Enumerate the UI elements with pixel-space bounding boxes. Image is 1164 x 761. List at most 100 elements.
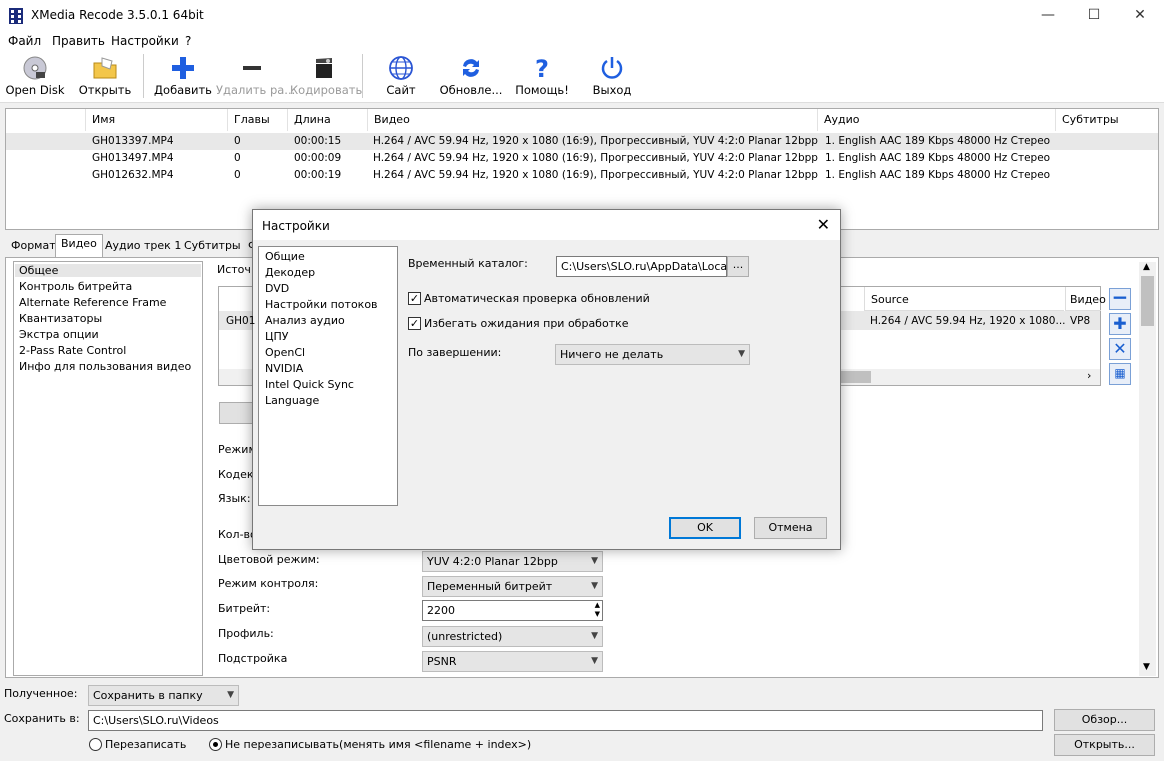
table-row[interactable]: GH013497.MP4 0 00:00:09 H.264 / AVC 59.9…: [6, 150, 1158, 167]
tab-subtitles[interactable]: Субтитры: [178, 236, 247, 256]
category-opencl[interactable]: OpenCl: [265, 346, 305, 359]
disc-icon: [23, 56, 47, 80]
stream-file: GH01: [226, 315, 256, 327]
column-header-chapters[interactable]: Главы: [228, 109, 288, 131]
table-row[interactable]: GH012632.MP4 0 00:00:19 H.264 / AVC 59.9…: [6, 167, 1158, 184]
temp-dir-label: Временный каталог:: [408, 257, 528, 270]
menu-bar: Файл Править Настройки ?: [0, 31, 1164, 51]
menu-settings[interactable]: Настройки: [111, 34, 179, 48]
category-dvd[interactable]: DVD: [265, 282, 289, 295]
category-cpu[interactable]: ЦПУ: [265, 330, 289, 343]
category-decoder[interactable]: Декодер: [265, 266, 315, 279]
ok-button[interactable]: OK: [669, 517, 741, 539]
spinner-icon[interactable]: ▲ ▼: [595, 601, 600, 619]
folder-icon: [93, 57, 117, 79]
file-video: H.264 / AVC 59.94 Hz, 1920 x 1080 (16:9)…: [373, 152, 818, 164]
menu-help[interactable]: ?: [185, 34, 191, 48]
tab-video[interactable]: Видео: [55, 234, 103, 257]
file-audio: 1. English AAC 189 Kbps 48000 Hz Стерео: [825, 152, 1051, 164]
nav-item-extra-options[interactable]: Экстра опции: [19, 328, 99, 341]
file-name: GH013397.MP4: [92, 135, 174, 147]
tab-audio-track-1[interactable]: Аудио трек 1: [99, 236, 187, 256]
column-header-subtitles[interactable]: Субтитры: [1056, 109, 1158, 131]
category-stream-settings[interactable]: Настройки потоков: [265, 298, 378, 311]
bitrate-input[interactable]: 2200 ▲ ▼: [422, 600, 603, 621]
exit-button[interactable]: Выход: [586, 51, 638, 103]
minimize-button[interactable]: —: [1025, 0, 1071, 31]
stream-grid-icon[interactable]: ▦: [1109, 363, 1131, 385]
website-button[interactable]: Сайт: [375, 51, 427, 103]
no-overwrite-radio[interactable]: [209, 738, 222, 751]
delete-stream-button[interactable]: ✕: [1109, 338, 1131, 360]
file-length: 00:00:09: [294, 152, 342, 164]
open-disk-button[interactable]: Open Disk: [4, 51, 66, 103]
nav-item-2pass[interactable]: 2-Pass Rate Control: [19, 344, 126, 357]
scrollbar-thumb[interactable]: [1141, 276, 1154, 326]
on-finish-select[interactable]: Ничего не делать ▼: [555, 344, 750, 365]
nav-item-video-info[interactable]: Инфо для пользования видео: [19, 360, 191, 373]
color-mode-select[interactable]: YUV 4:2:0 Planar 12bpp ▼: [422, 551, 603, 572]
scroll-up-icon[interactable]: ▲: [1143, 262, 1150, 272]
scrollbar-thumb[interactable]: [839, 371, 871, 383]
column-header-video[interactable]: Видео: [1065, 287, 1106, 311]
chevron-down-icon: ▼: [227, 690, 234, 700]
column-header-source[interactable]: Source: [864, 287, 1064, 311]
avoid-wait-checkbox[interactable]: ✓: [408, 317, 421, 330]
svg-text:?: ?: [535, 55, 549, 81]
open-button[interactable]: Открыть: [76, 51, 134, 103]
column-header-audio[interactable]: Аудио: [818, 109, 1056, 131]
temp-dir-browse-button[interactable]: ...: [727, 256, 749, 277]
control-mode-select[interactable]: Переменный битрейт ▼: [422, 576, 603, 597]
bitrate-label: Битрейт:: [218, 602, 271, 615]
category-nvidia[interactable]: NVIDIA: [265, 362, 303, 375]
nav-item-alt-ref-frame[interactable]: Alternate Reference Frame: [19, 296, 166, 309]
dialog-close-icon[interactable]: ✕: [817, 215, 830, 234]
file-length: 00:00:19: [294, 169, 342, 181]
auto-update-label: Автоматическая проверка обновлений: [424, 292, 650, 305]
update-button[interactable]: Обновле...: [438, 51, 504, 103]
vertical-scrollbar[interactable]: ▲ ▼: [1139, 262, 1156, 676]
chevron-down-icon: ▼: [738, 349, 745, 359]
browse-button[interactable]: Обзор...: [1054, 709, 1155, 731]
cancel-button[interactable]: Отмена: [754, 517, 827, 539]
close-window-button[interactable]: ✕: [1117, 0, 1163, 31]
nav-item-bitrate-control[interactable]: Контроль битрейта: [19, 280, 132, 293]
overwrite-radio[interactable]: [89, 738, 102, 751]
output-mode-select[interactable]: Сохранить в папку ▼: [88, 685, 239, 706]
scroll-down-icon[interactable]: ▼: [1143, 662, 1150, 672]
category-quick-sync[interactable]: Intel Quick Sync: [265, 378, 354, 391]
menu-file[interactable]: Файл: [8, 34, 41, 48]
save-path-input[interactable]: C:\Users\SLO.ru\Videos: [88, 710, 1043, 731]
source-label: Источ: [217, 263, 251, 276]
category-general[interactable]: Общие: [265, 250, 305, 263]
encode-button[interactable]: Кодировать: [290, 51, 362, 103]
save-to-label: Сохранить в:: [4, 712, 80, 725]
temp-dir-input[interactable]: C:\Users\SLO.ru\AppData\Local\T: [556, 256, 727, 277]
count-label: Кол-во: [218, 528, 257, 541]
auto-update-checkbox[interactable]: ✓: [408, 292, 421, 305]
column-header-video[interactable]: Видео: [368, 109, 818, 131]
tab-format[interactable]: Формат: [5, 236, 62, 256]
nav-item-quantizers[interactable]: Квантизаторы: [19, 312, 102, 325]
nav-item-general[interactable]: Общее: [15, 264, 201, 277]
profile-select[interactable]: (unrestricted) ▼: [422, 626, 603, 647]
category-audio-analysis[interactable]: Анализ аудио: [265, 314, 345, 327]
file-chapters: 0: [234, 135, 241, 147]
chevron-down-icon: ▼: [591, 581, 598, 591]
column-header-length[interactable]: Длина: [288, 109, 368, 131]
menu-edit[interactable]: Править: [52, 34, 105, 48]
help-button[interactable]: ? Помощь!: [512, 51, 572, 103]
add-button[interactable]: Добавить: [154, 51, 212, 103]
add-stream-button[interactable]: ✚: [1109, 313, 1131, 335]
open-folder-button[interactable]: Открыть...: [1054, 734, 1155, 756]
table-row[interactable]: GH013397.MP4 0 00:00:15 H.264 / AVC 59.9…: [6, 133, 1158, 150]
remove-button[interactable]: Удалить ра...: [216, 51, 295, 103]
stream-source: H.264 / AVC 59.94 Hz, 1920 x 1080...: [870, 315, 1066, 327]
scroll-right-arrow-icon[interactable]: ›: [1087, 369, 1091, 382]
maximize-button[interactable]: ☐: [1071, 0, 1117, 31]
clapper-icon: [316, 58, 332, 78]
column-header-name[interactable]: Имя: [86, 109, 228, 131]
category-language[interactable]: Language: [265, 394, 319, 407]
tune-select[interactable]: PSNR ▼: [422, 651, 603, 672]
remove-stream-button[interactable]: −: [1109, 287, 1131, 310]
